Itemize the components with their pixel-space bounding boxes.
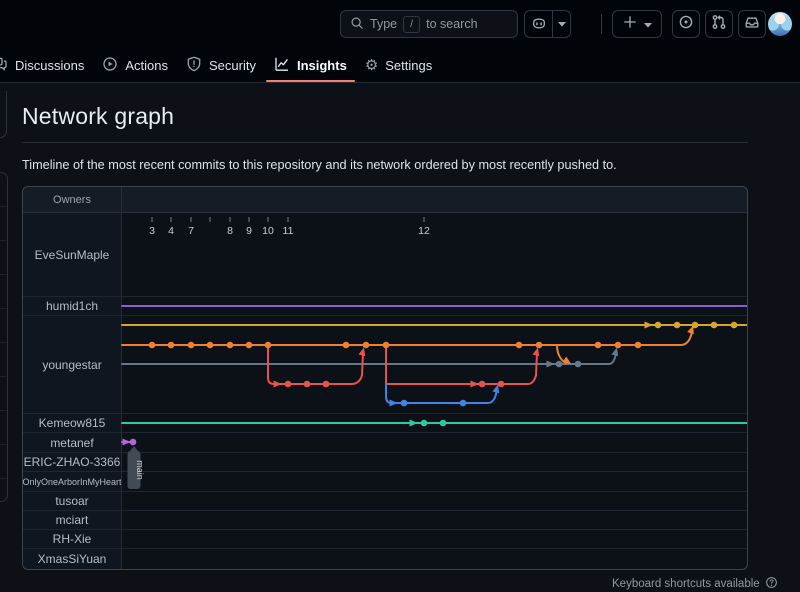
copilot-icon [525, 11, 553, 37]
page-description: Timeline of the most recent commits to t… [22, 158, 748, 172]
owners-column-header: Owners [23, 194, 121, 206]
network-row-EveSunMaple: EveSunMaple [23, 213, 747, 297]
owner-label[interactable]: humid1ch [23, 297, 121, 315]
page-title: Network graph [22, 103, 748, 130]
graph-area [121, 316, 747, 413]
graph-area [121, 549, 747, 569]
network-row-ERIC-ZHAO-3366: ERIC-ZHAO-3366 [23, 453, 747, 472]
search-placeholder-prefix: Type [370, 17, 397, 31]
copilot-button[interactable] [524, 10, 571, 38]
owner-label[interactable]: Kemeow815 [23, 414, 121, 432]
owner-label[interactable]: tusoar [23, 492, 121, 510]
tab-label: Insights [297, 58, 347, 73]
graph-area [121, 453, 747, 471]
owner-label[interactable]: XmasSiYuan [23, 549, 121, 569]
network-table-header: Owners [23, 187, 747, 213]
question-circle-icon [765, 576, 778, 592]
graph-area [121, 492, 747, 510]
graph-area [121, 511, 747, 529]
repo-nav: Discussions Actions Security Insights ⚙ … [0, 48, 800, 83]
pull-requests-button[interactable] [705, 10, 733, 38]
keyboard-shortcuts-label: Keyboard shortcuts available [612, 578, 760, 590]
owner-label[interactable]: mciart [23, 511, 121, 529]
shield-icon [186, 56, 202, 75]
owner-label[interactable]: OnlyOneArborInMyHeart [23, 472, 121, 491]
user-avatar[interactable] [768, 12, 792, 36]
network-rows: EveSunMaplehumid1chyoungestarKemeow815me… [23, 213, 747, 569]
tab-label: Security [209, 58, 256, 73]
slash-key-hint: / [403, 16, 420, 33]
graph-area [121, 297, 747, 315]
title-divider [22, 142, 748, 143]
network-row-youngestar: youngestar [23, 316, 747, 414]
graph-area [121, 213, 747, 296]
search-input[interactable]: Type / to search [340, 10, 518, 38]
tab-actions[interactable]: Actions [102, 48, 168, 82]
github-network-page: { "header": { "search": { "prefix": "Typ… [0, 0, 800, 586]
offscreen-panel-edge-top [0, 91, 7, 138]
owner-label[interactable]: EveSunMaple [23, 213, 121, 296]
tab-security[interactable]: Security [186, 48, 256, 82]
network-row-Kemeow815: Kemeow815 [23, 414, 747, 433]
graph-icon [274, 56, 290, 75]
gear-icon: ⚙ [365, 58, 378, 73]
network-table: Owners EveSunMaplehumid1chyoungestarKeme… [22, 186, 748, 570]
tab-settings[interactable]: ⚙ Settings [365, 48, 432, 82]
main-content: Network graph Timeline of the most recen… [22, 83, 748, 570]
owner-label[interactable]: ERIC-ZHAO-3366 [23, 453, 121, 471]
create-new-button[interactable] [612, 10, 662, 38]
network-row-tusoar: tusoar [23, 492, 747, 511]
inbox-button[interactable] [738, 10, 766, 38]
graph-area [121, 530, 747, 548]
inbox-icon [744, 14, 760, 35]
plus-icon [623, 15, 637, 34]
global-header: Type / to search [0, 0, 800, 48]
issue-opened-icon [678, 14, 694, 35]
search-icon [350, 16, 364, 33]
copilot-dropdown-caret-icon[interactable] [553, 11, 570, 37]
owner-label[interactable]: RH-Xie [23, 530, 121, 548]
network-row-humid1ch: humid1ch [23, 297, 747, 316]
graph-area [121, 433, 747, 452]
network-row-RH-Xie: RH-Xie [23, 530, 747, 549]
owner-label[interactable]: youngestar [23, 316, 121, 413]
owner-label[interactable]: metanef [23, 433, 121, 452]
tab-label: Settings [385, 58, 432, 73]
search-placeholder-suffix: to search [426, 17, 477, 31]
issues-button[interactable] [672, 10, 700, 38]
graph-area [121, 414, 747, 432]
discussions-icon [0, 56, 8, 75]
tab-label: Actions [125, 58, 168, 73]
git-pull-request-icon [711, 14, 727, 35]
actions-icon [102, 56, 118, 75]
network-row-mciart: mciart [23, 511, 747, 530]
network-row-XmasSiYuan: XmasSiYuan [23, 549, 747, 569]
network-row-metanef: metanef [23, 433, 747, 453]
tab-insights[interactable]: Insights [274, 48, 347, 82]
create-dropdown-caret-icon [644, 15, 652, 33]
graph-area [121, 472, 747, 491]
tab-label: Discussions [15, 58, 84, 73]
keyboard-shortcuts-hint[interactable]: Keyboard shortcuts available [612, 576, 778, 592]
tab-discussions[interactable]: Discussions [0, 48, 84, 82]
offscreen-panel-edge-bottom [0, 172, 8, 502]
header-divider [601, 14, 602, 34]
network-row-OnlyOneArborInMyHeart: OnlyOneArborInMyHeart [23, 472, 747, 492]
owners-column-separator [121, 187, 122, 569]
